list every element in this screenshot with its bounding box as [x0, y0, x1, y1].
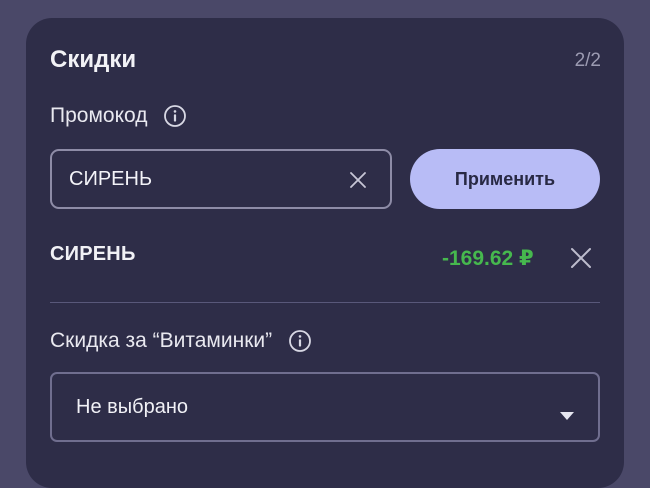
promo-code-input[interactable]: СИРЕНЬ — [50, 149, 392, 209]
vitamin-discount-label-row: Скидка за “Витаминки” — [50, 329, 312, 353]
applied-promo-code: СИРЕНЬ — [50, 243, 136, 265]
info-icon[interactable] — [163, 104, 187, 128]
section-divider — [50, 302, 600, 303]
promo-label-row: Промокод — [50, 104, 187, 128]
promo-label: Промокод — [50, 104, 148, 127]
chevron-down-icon — [560, 403, 574, 420]
vitamin-discount-label: Скидка за “Витаминки” — [50, 329, 273, 352]
close-icon[interactable] — [350, 171, 366, 188]
discounts-counter: 2/2 — [574, 50, 601, 71]
discount-card: Скидки 2/2 Промокод СИРЕНЬ Применить СИР… — [26, 18, 624, 488]
promo-discount-amount: -169.62 ₽ — [442, 247, 534, 270]
apply-button[interactable]: Применить — [410, 149, 600, 209]
vitamin-discount-selected: Не выбрано — [76, 395, 188, 418]
info-icon[interactable] — [288, 329, 312, 353]
vitamin-discount-select[interactable]: Не выбрано — [50, 372, 600, 442]
close-icon[interactable] — [570, 247, 592, 269]
promo-code-value: СИРЕНЬ — [69, 167, 153, 190]
discounts-title: Скидки — [50, 46, 137, 73]
